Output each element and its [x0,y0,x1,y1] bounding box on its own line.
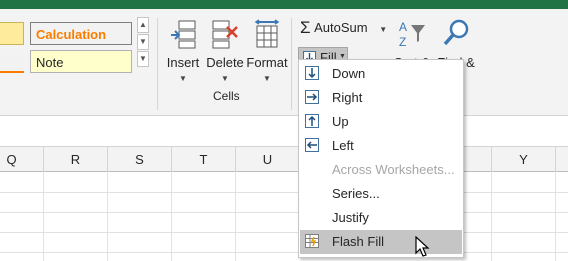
cells-group-label: Cells [213,89,240,103]
sort-filter-icon: A Z [399,20,425,49]
style-output-cell[interactable] [0,50,24,73]
autosum-button[interactable]: Σ AutoSum ▼ [300,17,387,37]
gallery-scroll-up[interactable]: ▲ [137,17,149,33]
column-header[interactable]: S [108,147,172,172]
format-button[interactable]: Format ▼ [246,16,288,91]
chevron-down-icon: ▼ [263,74,271,83]
grid-line [43,172,44,261]
svg-text:Z: Z [399,35,406,49]
menu-item-label: Series... [332,186,380,201]
menu-item-label: Right [332,90,363,105]
style-calculation-cell[interactable]: Calculation [30,22,132,45]
chevron-down-icon: ▼ [221,74,229,83]
fill-right-icon [305,90,319,104]
grid-line [0,232,568,233]
title-bar-strip [0,0,568,9]
menu-item-label: Down [332,66,366,81]
grid-line [235,172,236,261]
menu-item-label: Justify [332,210,369,225]
format-label: Format [246,55,288,70]
delete-cells-icon [212,20,238,49]
grid-line [0,212,568,213]
column-header[interactable]: Q [0,147,44,172]
insert-label: Insert [166,55,200,70]
grid-line [555,172,556,261]
menu-item-label: Across Worksheets... [332,162,455,177]
chevron-down-icon: ▼ [179,74,187,83]
menu-item-fill-right[interactable]: Right [300,86,462,110]
menu-item-across-worksheets: Across Worksheets... [300,158,462,182]
delete-label: Delete [206,55,244,70]
menu-item-fill-up[interactable]: Up [300,110,462,134]
column-header[interactable]: R [44,147,108,172]
menu-item-fill-left[interactable]: Left [300,134,462,158]
svg-text:A: A [399,20,407,34]
gallery-scroll-down[interactable]: ▼ [137,34,149,50]
flash-fill-icon [305,234,319,248]
insert-button[interactable]: Insert ▼ [162,16,204,91]
mouse-cursor-icon [415,236,430,257]
column-header[interactable]: U [236,147,300,172]
grid-line [0,252,568,253]
menu-item-label: Left [332,138,354,153]
style-calculation-label: Calculation [36,27,107,42]
style-neutral-cell[interactable] [0,22,24,45]
group-separator [291,18,292,110]
autosum-label: AutoSum [314,20,368,35]
menu-item-series[interactable]: Series... [300,182,462,206]
delete-button[interactable]: Delete ▼ [204,16,246,91]
sigma-icon: Σ [300,18,311,37]
menu-item-justify[interactable]: Justify [300,206,462,230]
fill-up-icon [305,114,319,128]
column-header-row: Q R S T U Y [0,146,568,172]
insert-cells-icon [171,20,196,49]
fill-dropdown-menu: Down Right Up Left Across Worksheets... … [298,59,464,258]
grid-line [0,192,568,193]
fill-down-icon [305,66,319,80]
column-header[interactable]: Y [492,147,556,172]
grid-line [107,172,108,261]
style-note-label: Note [36,55,64,70]
column-header[interactable]: T [172,147,236,172]
chevron-down-icon: ▼ [379,25,388,34]
group-separator [157,18,158,110]
style-note-cell[interactable]: Note [30,50,132,73]
fill-left-icon [305,138,319,152]
menu-item-label: Flash Fill [332,234,385,249]
search-icon [443,19,469,46]
grid-line [171,172,172,261]
gallery-more-button[interactable]: ▼ [137,51,149,67]
menu-item-fill-down[interactable]: Down [300,62,462,86]
menu-item-flash-fill[interactable]: Flash Fill [300,230,462,254]
menu-item-label: Up [332,114,349,129]
grid-line [491,172,492,261]
format-cells-icon [254,19,280,48]
ribbon: Calculation Note ▲ ▼ ▼ Insert ▼ Delete ▼ [0,9,568,116]
